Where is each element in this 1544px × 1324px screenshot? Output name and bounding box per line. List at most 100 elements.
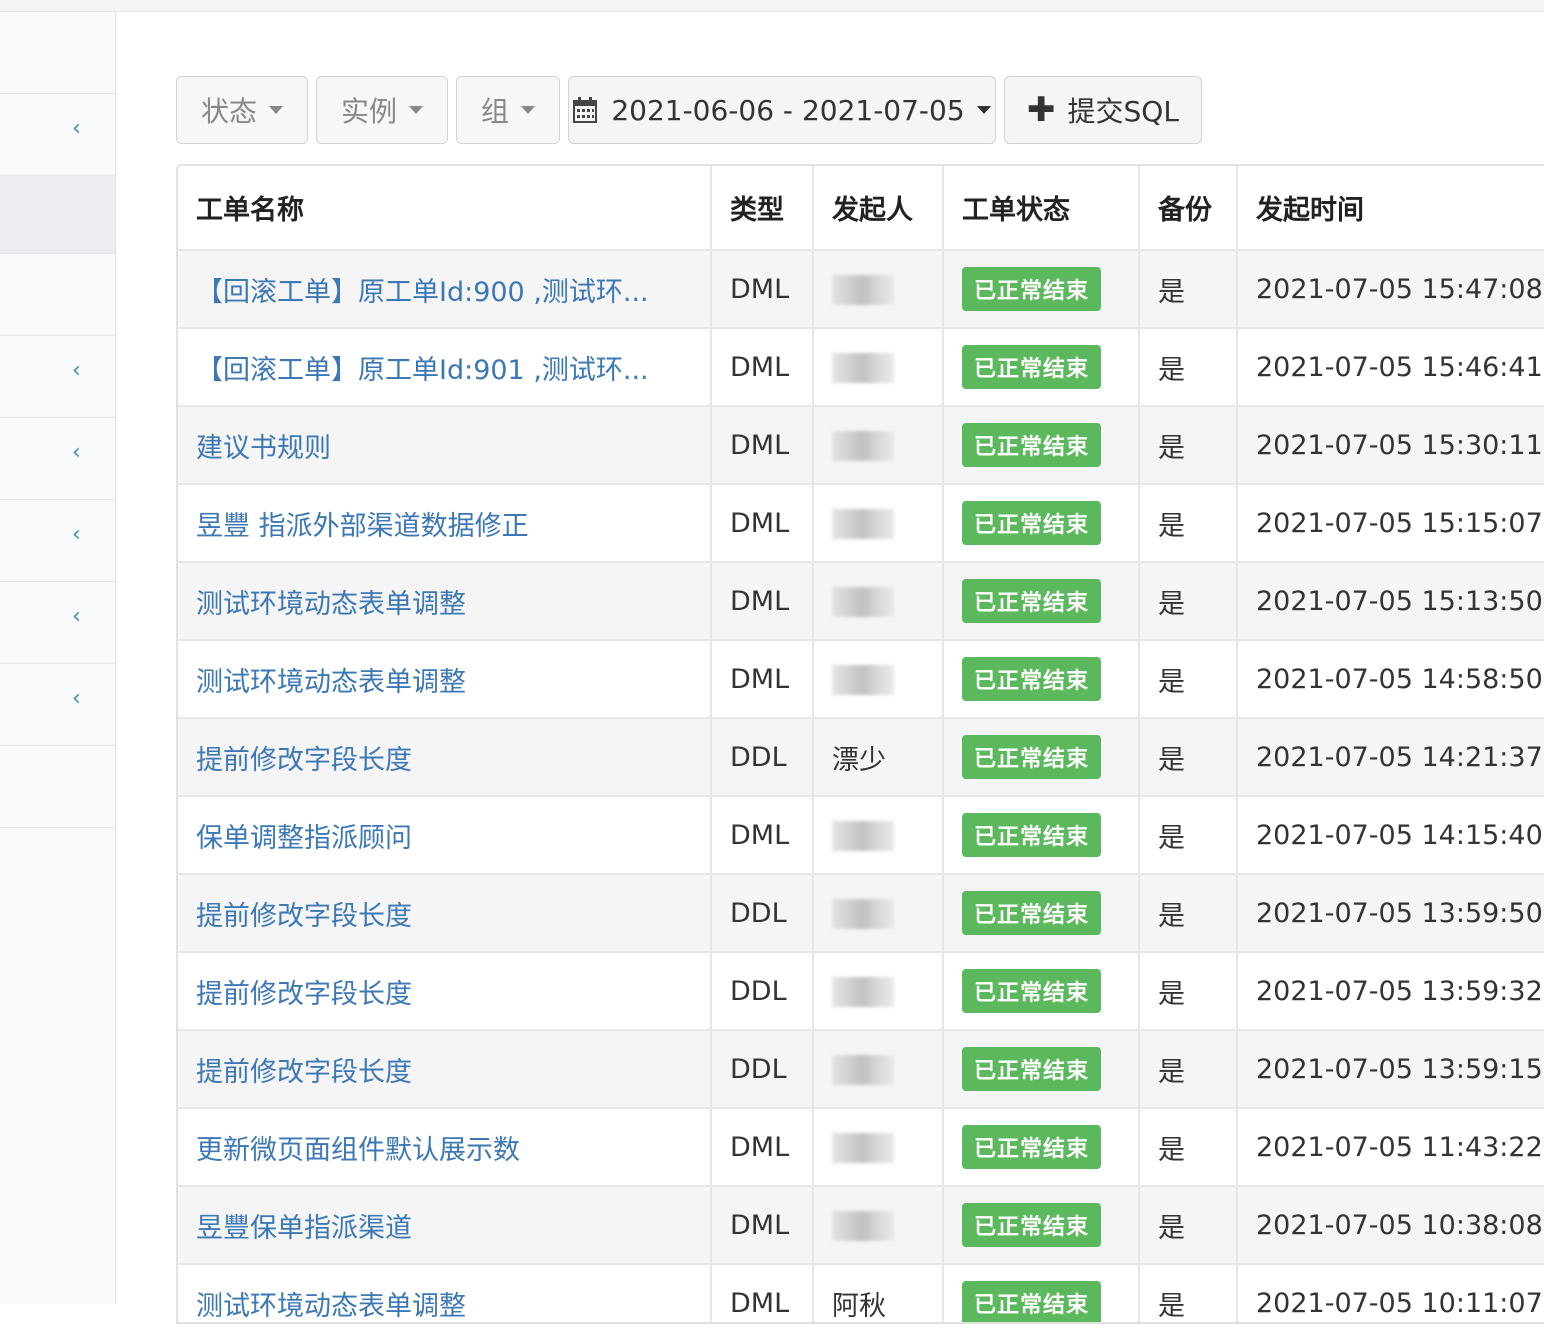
status-badge: 已正常结束 <box>962 813 1102 857</box>
backup-cell: 是 <box>1139 952 1238 1031</box>
status-cell: 已正常结束 <box>943 874 1140 953</box>
table-row: 测试环境动态表单调整 DML 阿秋 已正常结束是 2021-07-05 10:11:07 <box>178 1264 1544 1322</box>
column-header-name[interactable]: 工单名称 <box>178 166 712 251</box>
table-row: 提前修改字段长度 DDL 漂少 已正常结束是 2021-07-05 14:21:37 <box>178 718 1544 797</box>
sidebar-item[interactable] <box>0 254 115 336</box>
time-cell: 2021-07-05 14:15:40 <box>1237 796 1544 875</box>
time-cell: 2021-07-05 15:13:50 <box>1237 562 1544 641</box>
time-cell: 2021-07-05 13:59:15 <box>1237 1030 1544 1109</box>
workorder-name-link[interactable]: 提前修改字段长度 <box>178 874 712 953</box>
backup-cell: 是 <box>1139 874 1238 953</box>
sidebar: ‹ ‹ ‹ ‹ ‹ ‹ <box>0 12 116 1304</box>
top-header-bar <box>0 0 1544 12</box>
caret-down-icon <box>976 106 991 114</box>
workorder-name-link[interactable]: 【回滚工单】原工单Id:901 ,测试环... <box>178 328 712 407</box>
redacted-initiator <box>832 976 894 1007</box>
workorder-name-link[interactable]: 提前修改字段长度 <box>178 718 712 797</box>
backup-cell: 是 <box>1139 1030 1238 1109</box>
redacted-initiator <box>832 274 894 305</box>
workorder-name-link[interactable]: 提前修改字段长度 <box>178 1030 712 1109</box>
time-cell: 2021-07-05 15:46:41 <box>1237 328 1544 407</box>
status-badge: 已正常结束 <box>962 735 1102 779</box>
sidebar-item[interactable]: ‹ <box>0 336 115 418</box>
table-row: 测试环境动态表单调整 DML 已正常结束是 2021-07-05 15:13:50 <box>178 562 1544 641</box>
workorder-name-link[interactable]: 【回滚工单】原工单Id:900 ,测试环... <box>178 250 712 329</box>
column-header-backup[interactable]: 备份 <box>1139 166 1238 251</box>
sidebar-item[interactable] <box>0 12 115 94</box>
type-cell: DML <box>711 328 814 407</box>
table-row: 更新微页面组件默认展示数 DML 已正常结束是 2021-07-05 11:43:22 <box>178 1108 1544 1187</box>
table-row: 提前修改字段长度 DDL 已正常结束是 2021-07-05 13:59:32 <box>178 952 1544 1031</box>
backup-cell: 是 <box>1139 1264 1238 1322</box>
backup-cell: 是 <box>1139 250 1238 329</box>
workorder-name-link[interactable]: 昱豐保单指派渠道 <box>178 1186 712 1265</box>
chevron-left-icon: ‹ <box>72 116 81 141</box>
status-badge: 已正常结束 <box>962 501 1102 545</box>
type-cell: DML <box>711 406 814 485</box>
time-cell: 2021-07-05 15:47:08 <box>1237 250 1544 329</box>
redacted-initiator <box>832 352 894 383</box>
sidebar-item[interactable] <box>0 746 115 828</box>
chevron-left-icon: ‹ <box>72 358 81 383</box>
sidebar-item[interactable]: ‹ <box>0 664 115 746</box>
date-range-picker[interactable]: 2021-06-06 - 2021-07-05 <box>568 76 996 144</box>
group-filter-label: 组 <box>480 95 509 128</box>
sidebar-item[interactable]: ‹ <box>0 500 115 582</box>
table-row: 【回滚工单】原工单Id:900 ,测试环... DML 已正常结束是 2021-07-… <box>178 250 1544 329</box>
type-cell: DDL <box>711 718 814 797</box>
workorder-name-link[interactable]: 更新微页面组件默认展示数 <box>178 1108 712 1187</box>
workorder-name-link[interactable]: 保单调整指派顾问 <box>178 796 712 875</box>
column-header-status[interactable]: 工单状态 <box>943 166 1140 251</box>
workorder-name-link[interactable]: 建议书规则 <box>178 406 712 485</box>
time-cell: 2021-07-05 13:59:50 <box>1237 874 1544 953</box>
initiator-cell <box>813 406 944 485</box>
workorder-name-link[interactable]: 测试环境动态表单调整 <box>178 640 712 719</box>
caret-down-icon <box>409 106 423 114</box>
group-filter-dropdown[interactable]: 组 <box>456 76 560 144</box>
sidebar-item-active[interactable] <box>0 176 115 254</box>
sidebar-item[interactable]: ‹ <box>0 582 115 664</box>
status-cell: 已正常结束 <box>943 328 1140 407</box>
column-header-initiator[interactable]: 发起人 <box>813 166 944 251</box>
redacted-initiator <box>832 1210 894 1241</box>
type-cell: DML <box>711 796 814 875</box>
workorder-name-link[interactable]: 昱豐 指派外部渠道数据修正 <box>178 484 712 563</box>
redacted-initiator <box>832 430 894 461</box>
status-badge: 已正常结束 <box>962 423 1102 467</box>
initiator-cell <box>813 1030 944 1109</box>
backup-cell: 是 <box>1139 406 1238 485</box>
initiator-cell: 漂少 <box>813 718 944 797</box>
chevron-left-icon: ‹ <box>72 522 81 547</box>
workorder-name-link[interactable]: 测试环境动态表单调整 <box>178 1264 712 1322</box>
type-cell: DML <box>711 640 814 719</box>
instance-filter-dropdown[interactable]: 实例 <box>316 76 448 144</box>
backup-cell: 是 <box>1139 328 1238 407</box>
backup-cell: 是 <box>1139 796 1238 875</box>
sidebar-item[interactable]: ‹ <box>0 418 115 500</box>
status-badge: 已正常结束 <box>962 1203 1102 1247</box>
table-row: 保单调整指派顾问 DML 已正常结束是 2021-07-05 14:15:40 <box>178 796 1544 875</box>
backup-cell: 是 <box>1139 718 1238 797</box>
table-row: 【回滚工单】原工单Id:901 ,测试环... DML 已正常结束是 2021-07-… <box>178 328 1544 407</box>
workorder-name-link[interactable]: 测试环境动态表单调整 <box>178 562 712 641</box>
column-header-type[interactable]: 类型 <box>711 166 814 251</box>
initiator-cell <box>813 250 944 329</box>
plus-icon: ✚ <box>1027 90 1056 130</box>
sidebar-item[interactable]: ‹ <box>0 94 115 176</box>
type-cell: DML <box>711 484 814 563</box>
table-row: 提前修改字段长度 DDL 已正常结束是 2021-07-05 13:59:50 <box>178 874 1544 953</box>
time-cell: 2021-07-05 15:15:07 <box>1237 484 1544 563</box>
caret-down-icon <box>269 106 283 114</box>
status-filter-dropdown[interactable]: 状态 <box>176 76 308 144</box>
column-header-time[interactable]: 发起时间 <box>1237 166 1544 251</box>
redacted-initiator <box>832 664 894 695</box>
status-badge: 已正常结束 <box>962 969 1102 1013</box>
caret-down-icon <box>521 106 535 114</box>
initiator-cell <box>813 640 944 719</box>
status-cell: 已正常结束 <box>943 250 1140 329</box>
status-cell: 已正常结束 <box>943 796 1140 875</box>
workorder-name-link[interactable]: 提前修改字段长度 <box>178 952 712 1031</box>
submit-sql-button[interactable]: ✚ 提交SQL <box>1004 76 1202 144</box>
initiator-cell <box>813 562 944 641</box>
backup-cell: 是 <box>1139 484 1238 563</box>
